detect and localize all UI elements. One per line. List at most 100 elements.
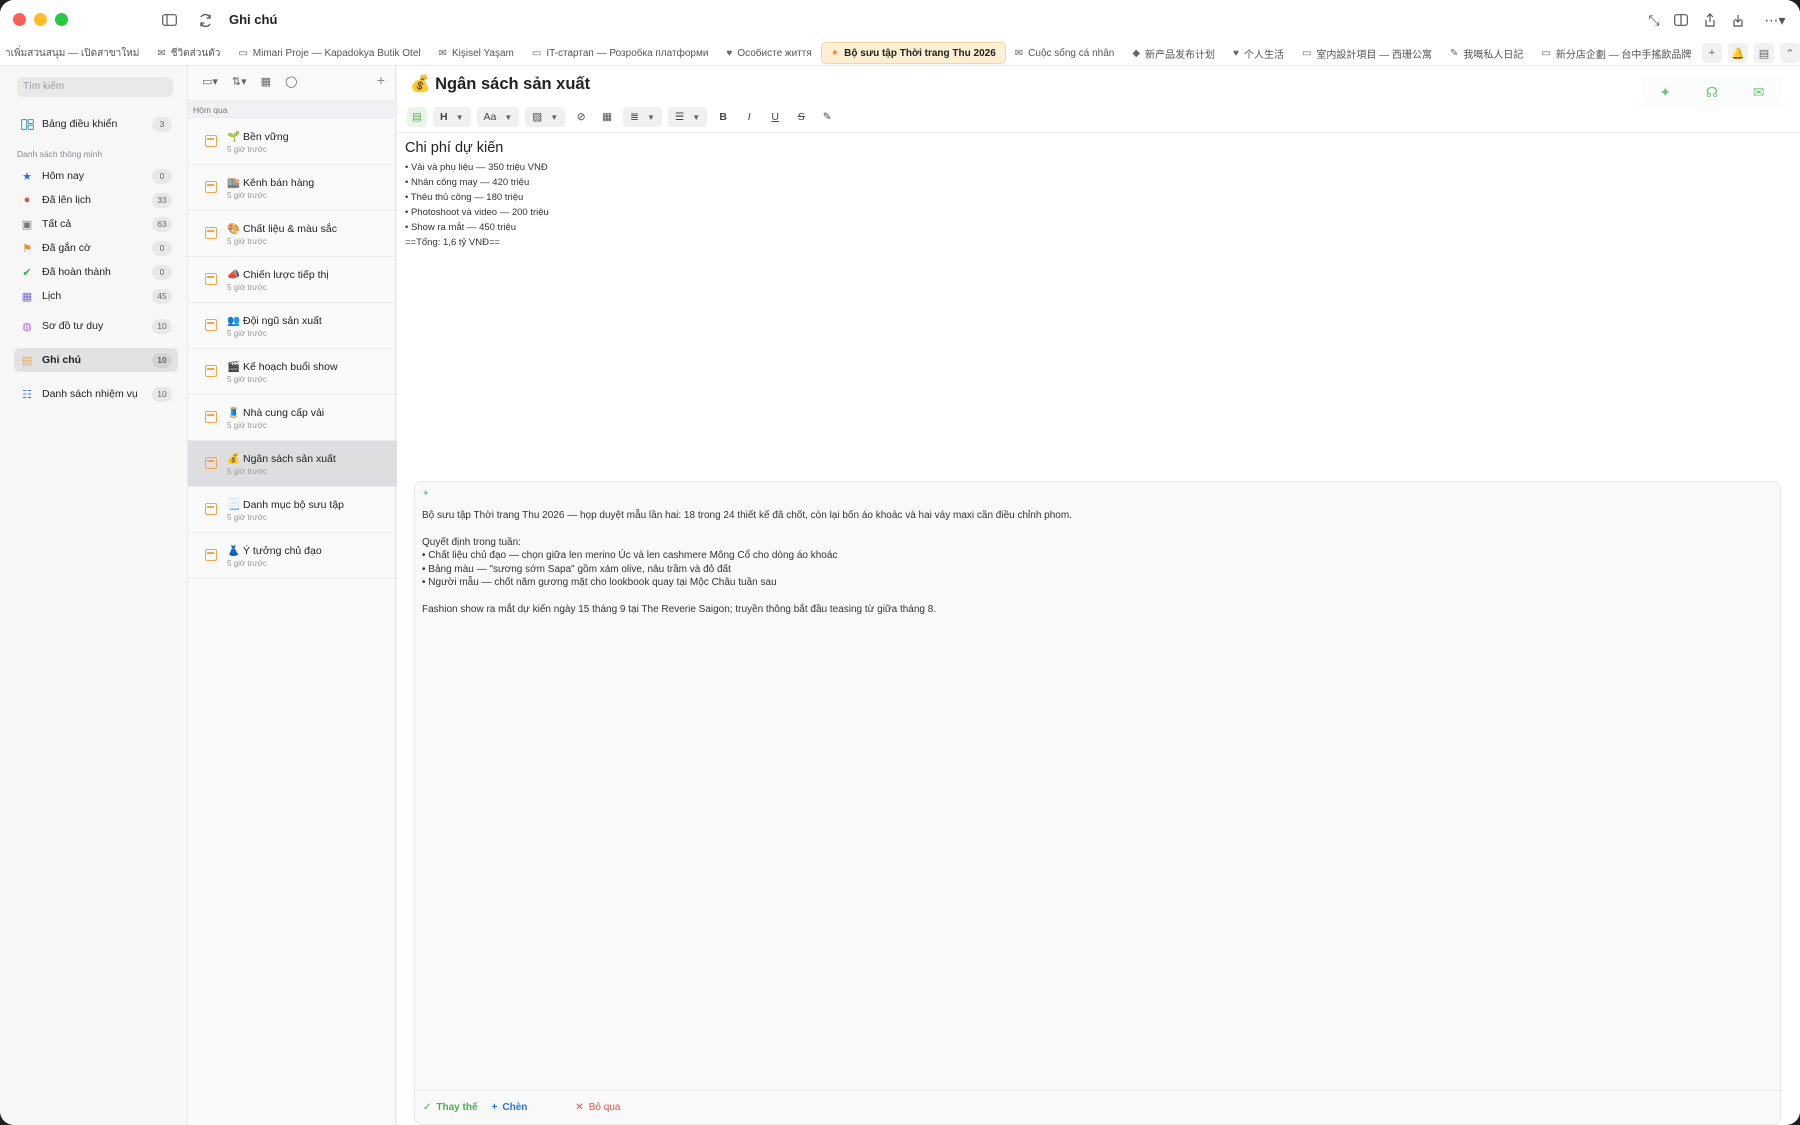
tab-3[interactable]: ✉ Kişisel Yaşam [430,42,523,64]
note-icon [205,503,217,515]
split-view-icon[interactable] [1672,11,1690,29]
note-item-time: 5 giờ trước [227,421,267,430]
highlight-pen-icon[interactable]: ✎ [817,107,837,127]
font-dropdown[interactable]: Aa ▼ [476,107,520,127]
sidebar-item-label: Tất cả [42,218,72,230]
count-badge: 10 [152,352,172,368]
align-dropdown[interactable]: ≣ ▼ [623,107,662,127]
note-item-title: 🌱 Bền vững [227,131,289,143]
note-list-item[interactable]: 🌱 Bền vững 5 giờ trước [188,119,397,165]
add-note-icon[interactable]: + [377,72,385,88]
note-list-item[interactable]: 🧵 Nhà cung cấp vải 5 giờ trước [188,395,397,441]
tab-6[interactable]: ✦ Bộ sưu tập Thời trang Thu 2026 [820,42,1006,64]
note-list-panel: ▭▾ ⇅▾ ▦ ◯ + Hôm qua 🌱 Bền vững 5 giờ trướ… [187,66,397,1125]
content-line: ==Tổng: 1,6 tỷ VNĐ== [405,237,501,248]
more-options-icon[interactable]: ⋯▾ [1762,11,1788,29]
sidebar-item-smart-3[interactable]: ⚑ Đã gắn cờ 0 [14,236,178,260]
tab-12[interactable]: ▭ 新分店企劃 — 台中手搖飲品牌 [1532,42,1700,64]
zoom-window-button[interactable] [55,13,68,26]
tab-7[interactable]: ✉ Cuộc sống cá nhân [1006,42,1124,64]
tab-icon: ▭ [531,47,542,59]
sidebar-item-smart-5[interactable]: ▦ Lịch 45 [14,284,178,308]
sidebar-item-smart-2[interactable]: ▣ Tất cả 63 [14,212,178,236]
sidebar-toggle-icon[interactable] [160,11,178,29]
tab-10[interactable]: ▭ 室内設計項目 — 西珊公寓 [1293,42,1441,64]
chevron-down-icon: ▼ [692,112,701,122]
sort-icon[interactable]: ⇅▾ [232,75,247,88]
tab-0[interactable]: าเพิ่มสวนสนุม — เปิดสาขาใหม่ [0,42,148,64]
heading-dropdown[interactable]: H ▼ [433,107,471,127]
sidebar-item-tasks[interactable]: ☷ Danh sách nhiệm vụ 10 [14,382,178,406]
tab-label: Особисте життя [737,47,812,59]
align-icon: ≣ [630,111,639,123]
note-list-item[interactable]: 📃 Danh mục bộ sưu tập 5 giờ trước [188,487,397,533]
tab-1[interactable]: ✉ ชีวิตส่วนตัว [148,42,229,64]
sidebar-item-notes[interactable]: ▤ Ghi chú 10 [14,348,178,372]
count-badge: 10 [152,386,172,402]
table-icon[interactable]: ▦ [597,107,617,127]
strikethrough-icon[interactable]: S [791,107,811,127]
tab-icon: ♥ [1233,47,1239,59]
filter-icon[interactable]: ▭▾ [202,75,218,88]
close-window-button[interactable] [13,13,26,26]
tab-11[interactable]: ✎ 我嘅私人日記 [1441,42,1532,64]
fullscreen-icon[interactable]: ⤡ [1645,11,1663,29]
note-icon [205,273,217,285]
sidebar-item-mindmap[interactable]: ◍ Sơ đồ tư duy 10 [14,314,178,338]
note-list-item[interactable]: 🎬 Kế hoạch buổi show 5 giờ trước [188,349,397,395]
brain-icon[interactable]: ☊ [1706,84,1718,101]
check-circle-icon[interactable]: ◯ [285,75,297,88]
chat-icon[interactable]: ✉ [1753,84,1765,101]
tab-label: Cuộc sống cá nhân [1028,47,1115,59]
tab-icon: ✦ [830,47,840,59]
smart-lists-heading: Danh sách thông minh [17,149,103,159]
ai-suggestion-text: Bộ sưu tập Thời trang Thu 2026 — họp duy… [422,509,1722,616]
sidebar-item-smart-4[interactable]: ✔ Đã hoàn thành 0 [14,260,178,284]
sync-icon[interactable] [196,11,214,29]
view-mode-icon[interactable]: ▦ [261,75,271,88]
tab-4[interactable]: ▭ IT-стартап — Розробка платформи [523,42,718,64]
note-list-item[interactable]: 📣 Chiến lược tiếp thị 5 giờ trước [188,257,397,303]
document-icon[interactable]: ▤ [407,107,427,127]
note-item-title: 📃 Danh mục bộ sưu tập [227,499,344,511]
bold-icon[interactable]: B [713,107,733,127]
sidebar-item-dashboard[interactable]: Bảng điều khiển 3 [14,112,178,136]
note-title[interactable]: 💰 Ngân sách sản xuất [410,75,590,94]
ai-suggestion-actions: ✓ Thay thế + Chèn ✕ Bỏ qua [415,1090,1782,1124]
tab-8[interactable]: ◆ 新产品发布计划 [1123,42,1224,64]
skip-button[interactable]: ✕ Bỏ qua [575,1102,620,1113]
note-item-title: 🎬 Kế hoạch buổi show [227,361,338,373]
note-item-title: 🎨 Chất liệu & màu sắc [227,223,337,235]
tab-9[interactable]: ♥ 个人生活 [1224,42,1293,64]
reading-view-icon[interactable]: ▤ [1754,43,1774,63]
share-icon[interactable] [1701,11,1719,29]
note-list-item[interactable]: 👥 Đội ngũ sản xuất 5 giờ trước [188,303,397,349]
note-list-item[interactable]: 🎨 Chất liệu & màu sắc 5 giờ trước [188,211,397,257]
tab-2[interactable]: ▭ Mimari Proje — Kapadokya Butik Otel [229,42,429,64]
insert-button[interactable]: + Chèn [492,1102,528,1113]
minimize-window-button[interactable] [34,13,47,26]
smart-list-icon: ● [23,194,31,206]
note-list-item[interactable]: 👗 Ý tưởng chủ đạo 5 giờ trước [188,533,397,579]
note-list-item[interactable]: 💰 Ngân sách sản xuất 5 giờ trước [188,441,397,487]
italic-icon[interactable]: I [739,107,759,127]
image-dropdown[interactable]: ▨ ▼ [525,107,566,127]
tab-5[interactable]: ♥ Особисте життя [717,42,820,64]
sidebar-item-smart-1[interactable]: ● Đã lên lịch 33 [14,188,178,212]
search-input[interactable]: Tìm kiếm [17,77,173,97]
sparkle-icon[interactable]: ✦ [1659,84,1671,101]
note-list-item[interactable]: 🏬 Kênh bán hàng 5 giờ trước [188,165,397,211]
underline-icon[interactable]: U [765,107,785,127]
bell-icon[interactable]: 🔔 [1728,43,1748,63]
attachment-icon[interactable]: ⊘ [571,107,591,127]
new-tab-icon[interactable]: + [1702,43,1722,63]
collapse-tabs-icon[interactable]: ⌃ [1780,43,1800,63]
tab-strip-actions: + 🔔 ▤ ⌃ [1696,43,1800,63]
note-content[interactable]: Chi phí dự kiến • Vải và phụ liệu — 350 … [405,140,549,250]
download-icon[interactable] [1729,11,1747,29]
replace-button[interactable]: ✓ Thay thế [423,1102,478,1113]
sidebar-item-smart-0[interactable]: ★ Hôm nay 0 [14,164,178,188]
list-dropdown[interactable]: ☰ ▼ [667,107,708,127]
chevron-down-icon: ▼ [646,112,655,122]
